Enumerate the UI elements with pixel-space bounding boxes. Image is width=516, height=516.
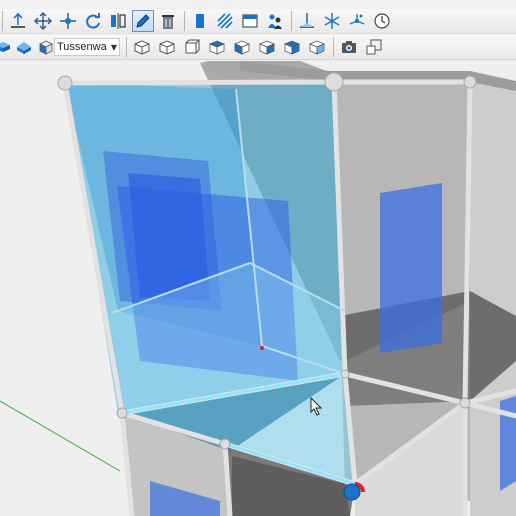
camera-icon[interactable] — [338, 36, 360, 58]
material-dropdown-value: Tussenwa — [57, 41, 107, 53]
view-toolbar: Tussenwa ▼ — [0, 35, 516, 60]
edit-pen-icon[interactable] — [132, 10, 154, 32]
move-icon[interactable] — [32, 10, 54, 32]
move-axis-icon[interactable] — [57, 10, 79, 32]
bottom-view-icon[interactable] — [281, 36, 303, 58]
right-view-icon[interactable] — [206, 36, 228, 58]
toolbar-separator — [2, 11, 3, 31]
front-view-icon[interactable] — [181, 36, 203, 58]
3d-viewport[interactable] — [0, 61, 516, 516]
roof-icon[interactable] — [13, 36, 35, 58]
right-blue-panel — [380, 183, 442, 353]
material-icon — [38, 36, 54, 58]
push-pull-icon[interactable] — [7, 10, 29, 32]
section-icon[interactable] — [296, 10, 318, 32]
slab-icon[interactable] — [0, 36, 10, 58]
hatch-icon[interactable] — [214, 10, 236, 32]
toolbar-separator — [333, 37, 334, 57]
toolbar-separator — [184, 11, 185, 31]
window-icon[interactable] — [239, 10, 261, 32]
back-view-icon[interactable] — [231, 36, 253, 58]
delete-icon[interactable] — [157, 10, 179, 32]
zoom-extents-icon[interactable] — [363, 36, 385, 58]
toolbar-separator — [291, 11, 292, 31]
people-icon[interactable] — [264, 10, 286, 32]
snowflake-icon[interactable] — [321, 10, 343, 32]
rotate-icon[interactable] — [82, 10, 104, 32]
left-view-icon[interactable] — [256, 36, 278, 58]
iso-view-icon[interactable] — [131, 36, 153, 58]
wall-icon[interactable] — [189, 10, 211, 32]
red-marker — [260, 346, 264, 350]
chevron-down-icon: ▼ — [110, 42, 118, 52]
axes-icon[interactable] — [346, 10, 368, 32]
top-view-icon[interactable] — [156, 36, 178, 58]
toolbar-separator — [126, 37, 127, 57]
flip-icon[interactable] — [107, 10, 129, 32]
3d-model-render — [0, 61, 516, 516]
clock-icon[interactable] — [371, 10, 393, 32]
material-dropdown[interactable]: Tussenwa ▼ — [54, 38, 120, 56]
main-toolbar — [0, 9, 516, 34]
section-box-icon[interactable] — [306, 36, 328, 58]
